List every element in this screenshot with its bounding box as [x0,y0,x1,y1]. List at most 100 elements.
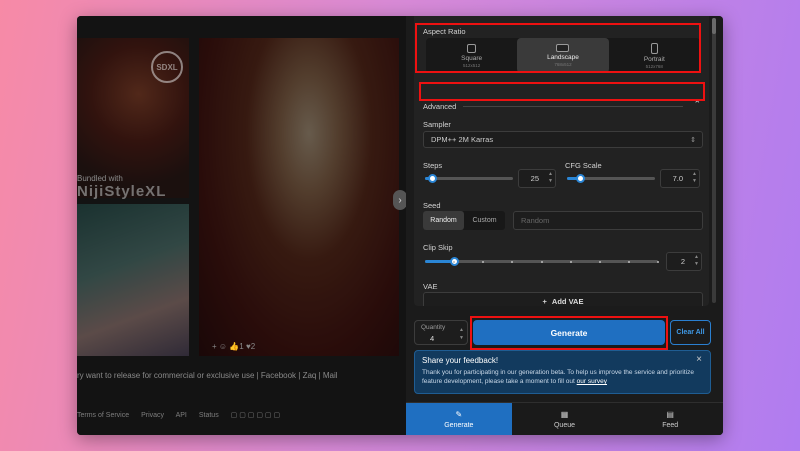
footer-link-terms[interactable]: Terms of Service [77,412,129,419]
steps-input[interactable]: 25 ▲ ▼ [518,169,556,188]
clear-all-button[interactable]: Clear All [670,320,711,345]
quantity-label: Quantity [421,324,446,331]
tab-generate[interactable]: ✎ Generate [406,403,512,435]
quantity-value: 4 [430,334,435,343]
sampler-label: Sampler [423,120,451,129]
clip-skip-input[interactable]: 2 ▲ ▼ [666,252,702,271]
clip-skip-slider[interactable] [425,257,659,266]
feedback-body-text: Thank you for participating in our gener… [422,369,694,385]
queue-icon: ▦ [560,409,569,419]
aspect-option-label: Square [461,54,483,62]
feedback-body: Thank you for participating in our gener… [422,368,704,386]
feed-icon: ▤ [666,409,674,419]
generation-panel: Aspect Ratio Square 512x512 Landscape 76… [406,16,723,435]
aspect-portrait-option[interactable]: Portrait 512x768 [609,38,700,73]
stepper-icon[interactable]: ▲ ▼ [694,254,699,268]
landscape-icon [556,44,570,52]
seed-custom-button[interactable]: Custom [464,211,505,230]
quantity-stepper[interactable]: Quantity 4 ▲ ▼ [414,320,468,345]
clip-skip-value: 2 [680,257,685,266]
scrollbar-track[interactable] [712,18,716,303]
select-arrows-icon: ⇕ [690,136,696,144]
license-text: ry want to release for commercial or exc… [77,371,338,380]
clip-skip-tick [628,260,630,263]
reaction-bar: + ☺ 👍1 ♥2 [212,342,255,351]
brush-icon: ✎ [455,409,463,419]
advanced-toggle[interactable]: Advanced ⌃ [423,99,703,112]
close-icon[interactable]: × [696,354,702,365]
stepper-icon[interactable]: ▲ ▼ [692,171,697,185]
square-icon [467,43,477,53]
model-caption: Bundled with [77,174,123,183]
advanced-divider [463,106,683,107]
footer-link-privacy[interactable]: Privacy [141,412,164,419]
add-vae-button[interactable]: + Add VAE [423,292,703,306]
seed-label: Seed [423,201,441,210]
tab-feed[interactable]: ▤ Feed [617,403,723,435]
reaction-add[interactable]: + [212,342,217,351]
feedback-banner: Share your feedback! × Thank you for par… [414,350,711,394]
tab-label: Queue [553,421,576,429]
tab-label: Feed [662,421,679,429]
bottom-tab-bar: ✎ Generate ▦ Queue ▤ Feed [406,402,723,435]
heart-count: 2 [250,342,256,351]
clip-skip-tick [482,260,484,263]
tab-queue[interactable]: ▦ Queue [512,403,618,435]
cfg-slider-handle[interactable] [576,174,585,183]
like-icon[interactable]: 👍 [229,342,239,351]
footer-link-status[interactable]: Status [199,412,219,419]
steps-slider-handle[interactable] [428,174,437,183]
clip-skip-tick [570,260,572,263]
smile-icon[interactable]: ☺ [219,342,227,351]
seed-random-button[interactable]: Random [423,211,464,230]
model-name: NijiStyleXL [77,183,167,200]
tab-label: Generate [444,421,474,429]
scrollbar-thumb[interactable] [712,18,716,34]
generate-button[interactable]: Generate [473,320,665,345]
clip-skip-tick [599,260,601,263]
aspect-option-label: Portrait [643,55,665,63]
add-vae-label: Add VAE [551,297,584,306]
settings-scroll-area[interactable]: Aspect Ratio Square 512x512 Landscape 76… [414,16,709,306]
aspect-square-option[interactable]: Square 512x512 [426,38,517,73]
chevron-up-icon: ⌃ [693,99,701,109]
steps-value: 25 [530,174,539,183]
steps-slider[interactable] [425,174,513,183]
app-window: SDXL Bundled with NijiStyleXL › + ☺ 👍1 ♥… [77,16,723,435]
footer: Terms of Service Privacy API Status ▢ ▢ … [77,411,290,419]
survey-link[interactable]: our survey [577,378,607,385]
stepper-icon[interactable]: ▲ ▼ [548,171,553,185]
image-gallery: SDXL Bundled with NijiStyleXL › + ☺ 👍1 ♥… [77,16,406,435]
aspect-option-dims: 768x512 [554,62,572,67]
clip-skip-tick [541,260,543,263]
aspect-ratio-selector: Square 512x512 Landscape 768x512 Portrai… [426,38,700,73]
clip-skip-tick [657,260,659,263]
next-image-button[interactable]: › [393,190,406,210]
portrait-icon [650,42,658,54]
seed-input[interactable]: Random [513,211,703,230]
vae-label: VAE [423,282,438,291]
aspect-option-label: Landscape [547,54,579,61]
aspect-landscape-option[interactable]: Landscape 768x512 [517,38,609,73]
advanced-label: Advanced [423,102,457,111]
plus-icon: + [542,297,547,306]
cfg-input[interactable]: 7.0 ▲ ▼ [660,169,700,188]
steps-label: Steps [423,161,443,170]
clip-skip-tick [511,260,513,263]
cfg-slider[interactable] [567,174,655,183]
stepper-icon[interactable]: ▲ ▼ [459,326,464,342]
sampler-select[interactable]: DPM++ 2M Karras ⇕ [423,131,703,148]
clip-skip-tick [453,260,455,263]
aspect-ratio-label: Aspect Ratio [423,27,466,36]
cfg-label: CFG Scale [565,161,602,170]
social-icons[interactable]: ▢ ▢ ▢ ▢ ▢ ▢ [231,412,280,419]
aspect-option-dims: 512x512 [463,62,481,68]
feedback-title: Share your feedback! [422,356,499,365]
like-count: 1 [239,342,244,351]
cfg-value: 7.0 [672,174,683,183]
footer-link-api[interactable]: API [176,412,187,419]
sampler-value: DPM++ 2M Karras [431,135,494,144]
aspect-option-dims: 512x768 [645,63,663,69]
clip-skip-label: Clip Skip [423,243,453,252]
seed-mode-toggle: Random Custom [423,211,505,230]
